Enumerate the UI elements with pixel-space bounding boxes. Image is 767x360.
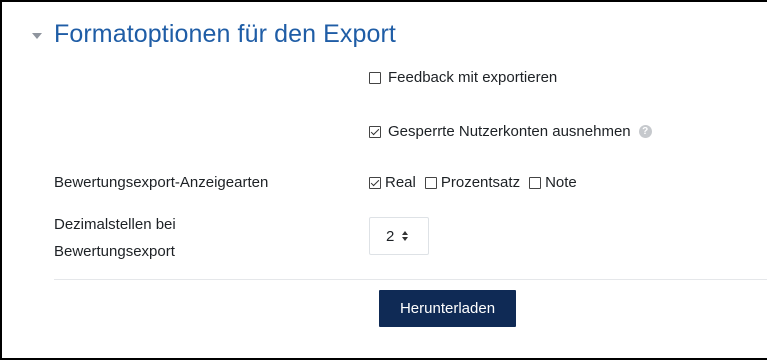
fieldset-title: Formatoptionen für den Export <box>54 20 396 48</box>
checkbox-unchecked-icon[interactable] <box>529 176 542 189</box>
question-circle-icon[interactable]: ? <box>638 125 652 138</box>
display-type-percentage-label: Prozentsatz <box>440 174 521 191</box>
display-type-real-checkbox[interactable]: Real <box>369 174 416 191</box>
checkbox-unchecked-icon[interactable] <box>424 176 437 189</box>
decimal-points-value: 2 <box>386 227 395 245</box>
exclude-suspended-checkbox[interactable]: Gesperrte Nutzerkonten ausnehmen ? <box>369 123 652 140</box>
divider <box>54 279 767 280</box>
exclude-suspended-checkbox-label: Gesperrte Nutzerkonten ausnehmen <box>388 123 631 140</box>
feedback-checkbox-label: Feedback mit exportieren <box>388 69 558 86</box>
display-type-percentage-checkbox[interactable]: Prozentsatz <box>424 174 521 191</box>
caret-down-icon <box>32 32 42 39</box>
feedback-checkbox[interactable]: Feedback mit exportieren <box>369 69 557 86</box>
fieldset-toggle[interactable]: Formatoptionen für den Export <box>32 20 396 49</box>
display-type-real-label: Real <box>385 174 416 191</box>
display-type-letter-checkbox[interactable]: Note <box>529 174 577 191</box>
select-updown-icon <box>402 231 409 241</box>
download-button[interactable]: Herunterladen <box>379 290 516 327</box>
export-format-options-panel: Formatoptionen für den Export Feedback m… <box>0 0 767 360</box>
display-types-label: Bewertungsexport-Anzeigearten <box>54 174 269 191</box>
checkbox-checked-icon[interactable] <box>369 176 381 189</box>
decimal-points-select[interactable]: 2 <box>369 217 429 255</box>
checkbox-checked-icon[interactable] <box>369 125 381 138</box>
checkbox-unchecked-icon[interactable] <box>369 71 381 84</box>
decimals-label-line1: Dezimalstellen bei <box>54 216 176 233</box>
decimals-label-line2: Bewertungsexport <box>54 243 175 260</box>
display-types-group: Real Prozentsatz Note <box>369 174 586 191</box>
display-type-letter-label: Note <box>545 174 577 191</box>
